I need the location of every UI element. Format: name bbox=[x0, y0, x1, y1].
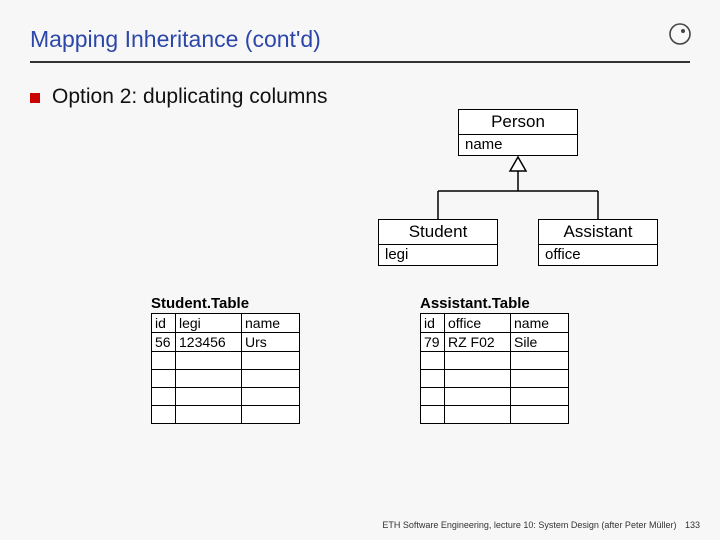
table-row: 56 123456 Urs bbox=[152, 333, 300, 352]
uml-class-person: Person name bbox=[458, 109, 578, 156]
uml-class-student: Student legi bbox=[378, 219, 498, 266]
uml-diagram: Person name Student legi Assistant offic… bbox=[398, 109, 718, 279]
footer-text: ETH Software Engineering, lecture 10: Sy… bbox=[382, 520, 676, 530]
cell: RZ F02 bbox=[445, 333, 511, 352]
assistant-table: id office name 79 RZ F02 Sile bbox=[420, 313, 569, 424]
cell: 56 bbox=[152, 333, 176, 352]
table-title: Student.Table bbox=[151, 295, 300, 312]
col-header: legi bbox=[176, 314, 242, 333]
cell: Sile bbox=[511, 333, 569, 352]
table-row: 79 RZ F02 Sile bbox=[421, 333, 569, 352]
table-row bbox=[421, 370, 569, 388]
col-header: id bbox=[421, 314, 445, 333]
student-table: id legi name 56 123456 Urs bbox=[151, 313, 300, 424]
uml-class-attr: legi bbox=[379, 245, 497, 265]
uml-class-name: Assistant bbox=[539, 220, 657, 245]
table-row bbox=[421, 352, 569, 370]
uml-class-assistant: Assistant office bbox=[538, 219, 658, 266]
table-row bbox=[152, 406, 300, 424]
table-row bbox=[421, 388, 569, 406]
col-header: id bbox=[152, 314, 176, 333]
slide-title: Mapping Inheritance (cont'd) bbox=[30, 26, 690, 53]
cell: Urs bbox=[242, 333, 300, 352]
uml-class-attr: name bbox=[459, 135, 577, 155]
page-number: 133 bbox=[685, 520, 700, 530]
table-row bbox=[152, 352, 300, 370]
table-header-row: id office name bbox=[421, 314, 569, 333]
db-tables: Student.Table id legi name 56 123456 Urs… bbox=[30, 295, 690, 424]
student-table-wrap: Student.Table id legi name 56 123456 Urs bbox=[151, 295, 300, 424]
eth-logo bbox=[668, 22, 692, 51]
col-header: name bbox=[511, 314, 569, 333]
uml-class-attr: office bbox=[539, 245, 657, 265]
bullet-item: Option 2: duplicating columns bbox=[30, 85, 690, 109]
bullet-text: Option 2: duplicating columns bbox=[52, 85, 328, 109]
bullet-square-icon bbox=[30, 93, 40, 103]
table-row bbox=[152, 370, 300, 388]
uml-class-name: Person bbox=[459, 110, 577, 135]
table-row bbox=[152, 388, 300, 406]
rule bbox=[30, 61, 690, 63]
table-header-row: id legi name bbox=[152, 314, 300, 333]
table-title: Assistant.Table bbox=[420, 295, 569, 312]
table-row bbox=[421, 406, 569, 424]
col-header: office bbox=[445, 314, 511, 333]
cell: 123456 bbox=[176, 333, 242, 352]
slide-footer: ETH Software Engineering, lecture 10: Sy… bbox=[382, 520, 700, 530]
col-header: name bbox=[242, 314, 300, 333]
cell: 79 bbox=[421, 333, 445, 352]
assistant-table-wrap: Assistant.Table id office name 79 RZ F02… bbox=[420, 295, 569, 424]
uml-class-name: Student bbox=[379, 220, 497, 245]
